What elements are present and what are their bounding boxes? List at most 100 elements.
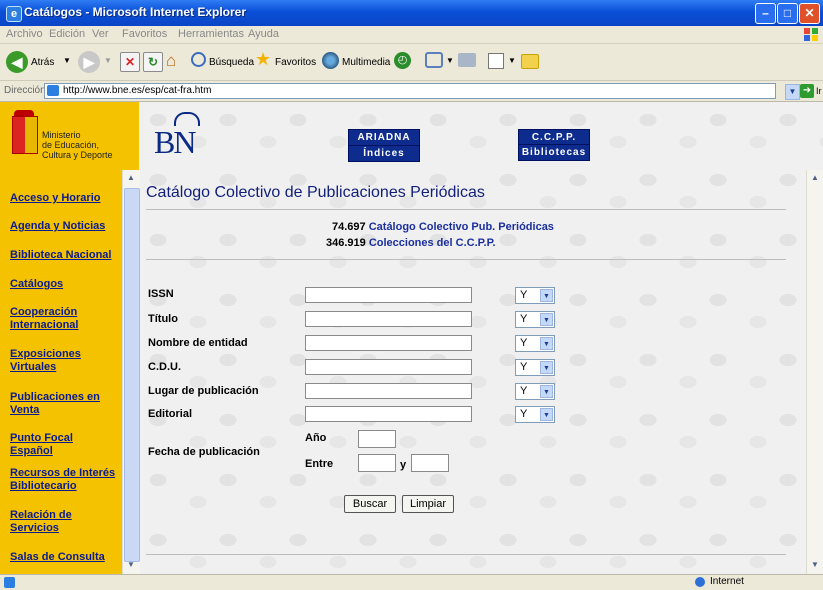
scroll-up-icon[interactable]: ▲	[124, 171, 138, 185]
globe-icon	[695, 577, 705, 587]
back-label[interactable]: Atrás	[31, 57, 54, 68]
indices-button[interactable]: Índices	[348, 145, 420, 162]
menu-edicion[interactable]: Edición	[49, 28, 85, 40]
titulo-input[interactable]	[305, 311, 472, 327]
menu-favoritos[interactable]: Favoritos	[122, 28, 167, 40]
scroll-down-icon[interactable]: ▼	[124, 558, 138, 572]
ministry-logo-area[interactable]: Ministerio de Educación, Cultura y Depor…	[0, 102, 139, 170]
sidebar-item-agenda[interactable]: Agenda y Noticias	[10, 220, 118, 233]
chevron-down-icon[interactable]: ▼	[540, 313, 553, 326]
chevron-down-icon[interactable]: ▼	[540, 385, 553, 398]
minimize-button[interactable]: –	[755, 3, 776, 24]
sidebar-item-punto-focal[interactable]: Punto Focal Español	[10, 432, 118, 458]
refresh-icon[interactable]: ↻	[143, 52, 163, 72]
edit-icon[interactable]	[488, 53, 504, 69]
menu-archivo[interactable]: Archivo	[6, 28, 43, 40]
multimedia-label[interactable]: Multimedia	[342, 57, 390, 68]
sidebar-item-acceso[interactable]: Acceso y Horario	[10, 192, 118, 205]
sidebar-item-relacion[interactable]: Relación de Servicios	[10, 509, 118, 535]
sidebar-scrollbar[interactable]: ▲ ▼	[122, 170, 140, 574]
close-button[interactable]: ✕	[799, 3, 820, 24]
entidad-operator-value: Y	[520, 337, 528, 349]
home-icon[interactable]: ⌂	[166, 51, 176, 71]
ariadna-button[interactable]: ARIADNA	[348, 129, 420, 146]
search-icon[interactable]	[191, 52, 206, 67]
history-icon[interactable]: ◴	[394, 52, 411, 69]
editorial-operator-select[interactable]: Y ▼	[515, 406, 555, 423]
multimedia-icon[interactable]	[322, 52, 339, 69]
year-from-input[interactable]	[358, 454, 396, 472]
address-label: Dirección	[4, 85, 46, 96]
sidebar-item-salas[interactable]: Salas de Consulta	[10, 551, 118, 564]
mail-icon[interactable]	[425, 52, 443, 68]
chevron-down-icon[interactable]: ▼	[540, 408, 553, 421]
sidebar-item-biblioteca[interactable]: Biblioteca Nacional	[10, 249, 118, 262]
sidebar-scroll-thumb[interactable]	[124, 188, 140, 562]
favorites-label[interactable]: Favoritos	[275, 57, 316, 68]
editorial-input[interactable]	[305, 406, 472, 422]
cdu-operator-value: Y	[520, 361, 528, 373]
sidebar-item-recursos[interactable]: Recursos de Interés Bibliotecario	[10, 467, 118, 493]
entidad-operator-select[interactable]: Y ▼	[515, 335, 555, 352]
back-dropdown-icon[interactable]: ▼	[63, 56, 71, 65]
clear-button[interactable]: Limpiar	[402, 495, 454, 513]
entidad-input[interactable]	[305, 335, 472, 351]
edit-dropdown-icon[interactable]: ▼	[508, 56, 516, 65]
issn-input[interactable]	[305, 287, 472, 303]
main-scrollbar[interactable]: ▲ ▼	[806, 170, 823, 574]
lugar-operator-value: Y	[520, 385, 528, 397]
bn-logo[interactable]: BN	[154, 126, 196, 158]
issn-operator-value: Y	[520, 289, 528, 301]
back-arrow-icon[interactable]: ◀	[6, 51, 28, 73]
go-label[interactable]: Ir	[816, 86, 822, 96]
chevron-down-icon[interactable]: ▼	[540, 361, 553, 374]
issn-operator-select[interactable]: Y ▼	[515, 287, 555, 304]
address-input[interactable]: http://www.bne.es/esp/cat-fra.htm	[44, 83, 776, 99]
scroll-up-icon[interactable]: ▲	[808, 171, 822, 185]
bibliotecas-button[interactable]: Bibliotecas	[518, 144, 590, 161]
scroll-down-icon[interactable]: ▼	[808, 558, 822, 572]
address-url[interactable]: http://www.bne.es/esp/cat-fra.htm	[63, 85, 211, 96]
stat-colecciones-label[interactable]: Colecciones del C.C.P.P.	[369, 237, 496, 249]
stat-colecciones-number: 346.919	[326, 237, 366, 249]
go-arrow-icon[interactable]: ➜	[800, 84, 814, 98]
stat-catalogo-label[interactable]: Catálogo Colectivo Pub. Periódicas	[369, 221, 554, 233]
sidebar-item-exposiciones[interactable]: Exposiciones Virtuales	[10, 348, 118, 374]
sidebar-item-cooperacion[interactable]: Cooperación Internacional	[10, 306, 118, 332]
cdu-operator-select[interactable]: Y ▼	[515, 359, 555, 376]
site-header: Ministerio de Educación, Cultura y Depor…	[0, 102, 823, 170]
maximize-button[interactable]: □	[777, 3, 798, 24]
address-dropdown-icon[interactable]: ▼	[785, 84, 800, 100]
chevron-down-icon[interactable]: ▼	[540, 289, 553, 302]
label-entidad: Nombre de entidad	[148, 337, 248, 349]
sidebar-item-publicaciones[interactable]: Publicaciones en Venta	[10, 391, 118, 417]
stop-icon[interactable]: ✕	[120, 52, 140, 72]
lugar-input[interactable]	[305, 383, 472, 399]
mail-dropdown-icon[interactable]: ▼	[446, 56, 454, 65]
search-label[interactable]: Búsqueda	[209, 57, 254, 68]
search-button[interactable]: Buscar	[344, 495, 396, 513]
address-bar: Dirección http://www.bne.es/esp/cat-fra.…	[0, 81, 823, 102]
chevron-down-icon[interactable]: ▼	[540, 337, 553, 350]
label-cdu: C.D.U.	[148, 361, 181, 373]
forward-dropdown-icon[interactable]: ▼	[104, 56, 112, 65]
favorites-star-icon[interactable]: ★	[255, 49, 271, 70]
lugar-operator-select[interactable]: Y ▼	[515, 383, 555, 400]
stat-catalogo-number: 74.697	[332, 221, 366, 233]
menu-herramientas[interactable]: Herramientas	[178, 28, 244, 40]
cdu-input[interactable]	[305, 359, 472, 375]
menu-ver[interactable]: Ver	[92, 28, 109, 40]
forward-arrow-icon[interactable]: ▶	[78, 51, 100, 73]
label-entre: Entre	[305, 458, 334, 470]
folder-icon[interactable]	[521, 54, 539, 69]
year-to-input[interactable]	[411, 454, 449, 472]
titulo-operator-select[interactable]: Y ▼	[515, 311, 555, 328]
menu-ayuda[interactable]: Ayuda	[248, 28, 279, 40]
print-icon[interactable]	[458, 53, 476, 67]
year-input[interactable]	[358, 430, 396, 448]
title-bar: e Catálogos - Microsoft Internet Explore…	[0, 0, 823, 26]
form-divider	[146, 554, 786, 555]
sidebar-item-catalogos[interactable]: Catálogos	[10, 278, 118, 291]
label-fecha: Fecha de publicación	[148, 446, 260, 458]
stat-colecciones: 346.919 Colecciones del C.C.P.P.	[326, 237, 496, 249]
